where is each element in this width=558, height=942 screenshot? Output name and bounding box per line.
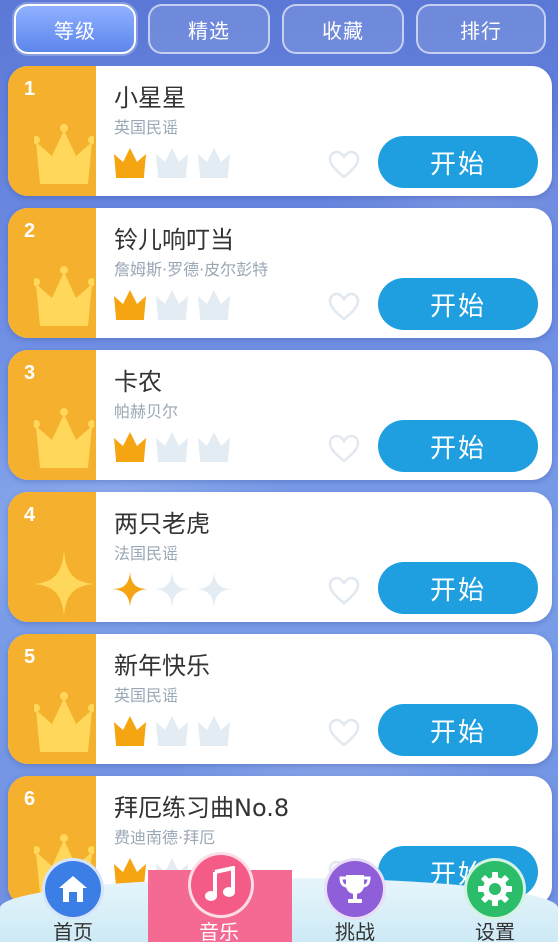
- nav-home-label: 首页: [53, 920, 93, 942]
- song-rating: [112, 714, 232, 750]
- song-artist: 帕赫贝尔: [114, 402, 179, 421]
- song-artist: 英国民谣: [114, 686, 179, 705]
- star-icon: [154, 572, 190, 608]
- start-button[interactable]: 开始: [378, 278, 538, 330]
- song-number: 2: [24, 220, 36, 242]
- nav-settings-label: 设置: [475, 920, 515, 942]
- favorite-heart-icon[interactable]: [328, 150, 360, 180]
- song-title: 小星星: [114, 84, 186, 112]
- song-title: 铃儿响叮当: [114, 226, 234, 254]
- crown-icon: [196, 430, 232, 466]
- song-artist: 詹姆斯·罗德·皮尔彭特: [114, 260, 269, 279]
- crown-icon: [112, 430, 148, 466]
- song-title: 新年快乐: [114, 652, 210, 680]
- song-artist: 费迪南德·拜厄: [114, 828, 216, 847]
- song-rating: [112, 146, 232, 182]
- bottom-nav: 首页 音乐 挑战 设置: [0, 852, 558, 942]
- crown-icon: [112, 146, 148, 182]
- start-button[interactable]: 开始: [378, 562, 538, 614]
- song-rating: [112, 430, 232, 466]
- crown-icon: [112, 288, 148, 324]
- start-button[interactable]: 开始: [378, 704, 538, 756]
- tab-ranking[interactable]: 排行: [416, 4, 546, 54]
- crown-badge-icon: [32, 692, 96, 758]
- song-card[interactable]: 5 新年快乐英国民谣开始: [8, 634, 552, 764]
- song-title: 卡农: [114, 368, 162, 396]
- nav-music[interactable]: 音乐: [148, 852, 292, 942]
- crown-badge-icon: [32, 124, 96, 190]
- crown-icon: [154, 430, 190, 466]
- favorite-heart-icon[interactable]: [328, 576, 360, 606]
- song-card[interactable]: 4 两只老虎法国民谣开始: [8, 492, 552, 622]
- crown-icon: [154, 146, 190, 182]
- song-level-strip: 5: [8, 634, 96, 764]
- gear-icon: [464, 858, 526, 920]
- crown-icon: [196, 714, 232, 750]
- nav-challenge-label: 挑战: [335, 920, 375, 942]
- crown-icon: [154, 714, 190, 750]
- nav-home[interactable]: 首页: [14, 858, 134, 942]
- star-badge-icon: [34, 550, 94, 616]
- song-number: 6: [24, 788, 36, 810]
- song-title: 拜厄练习曲No.8: [114, 794, 290, 822]
- tab-bar: 等级 精选 收藏 排行: [0, 0, 558, 60]
- song-artist: 法国民谣: [114, 544, 179, 563]
- crown-icon: [196, 146, 232, 182]
- song-card[interactable]: 2 铃儿响叮当詹姆斯·罗德·皮尔彭特开始: [8, 208, 552, 338]
- crown-icon: [112, 714, 148, 750]
- trophy-icon: [324, 858, 386, 920]
- crown-icon: [154, 288, 190, 324]
- start-button[interactable]: 开始: [378, 420, 538, 472]
- song-number: 4: [24, 504, 36, 526]
- song-number: 5: [24, 646, 36, 668]
- song-rating: [112, 288, 232, 324]
- nav-settings[interactable]: 设置: [436, 858, 556, 942]
- song-card[interactable]: 3 卡农帕赫贝尔开始: [8, 350, 552, 480]
- star-icon: [112, 572, 148, 608]
- song-list[interactable]: 1 小星星 英国民谣 开始 2 铃儿响叮当 詹姆斯·罗德·皮尔彭特 开始 3 卡农 帕赫贝尔 开始 4 两…: [0, 66, 558, 942]
- song-level-strip: 3: [8, 350, 96, 480]
- song-card[interactable]: 1 小星星英国民谣开始: [8, 66, 552, 196]
- song-level-strip: 4: [8, 492, 96, 622]
- favorite-heart-icon[interactable]: [328, 718, 360, 748]
- star-icon: [196, 572, 232, 608]
- crown-badge-icon: [32, 408, 96, 474]
- home-icon: [42, 858, 104, 920]
- tab-featured[interactable]: 精选: [148, 4, 270, 54]
- song-level-strip: 2: [8, 208, 96, 338]
- start-button[interactable]: 开始: [378, 136, 538, 188]
- crown-badge-icon: [32, 266, 96, 332]
- song-level-strip: 1: [8, 66, 96, 196]
- tab-level[interactable]: 等级: [14, 4, 136, 54]
- nav-music-label: 音乐: [199, 920, 239, 942]
- favorite-heart-icon[interactable]: [328, 434, 360, 464]
- song-title: 两只老虎: [114, 510, 210, 538]
- crown-icon: [196, 288, 232, 324]
- tab-favorites[interactable]: 收藏: [282, 4, 404, 54]
- song-number: 3: [24, 362, 36, 384]
- song-rating: [112, 572, 232, 608]
- song-artist: 英国民谣: [114, 118, 179, 137]
- song-number: 1: [24, 78, 36, 100]
- music-note-icon: [188, 852, 254, 918]
- nav-challenge[interactable]: 挑战: [296, 858, 416, 942]
- favorite-heart-icon[interactable]: [328, 292, 360, 322]
